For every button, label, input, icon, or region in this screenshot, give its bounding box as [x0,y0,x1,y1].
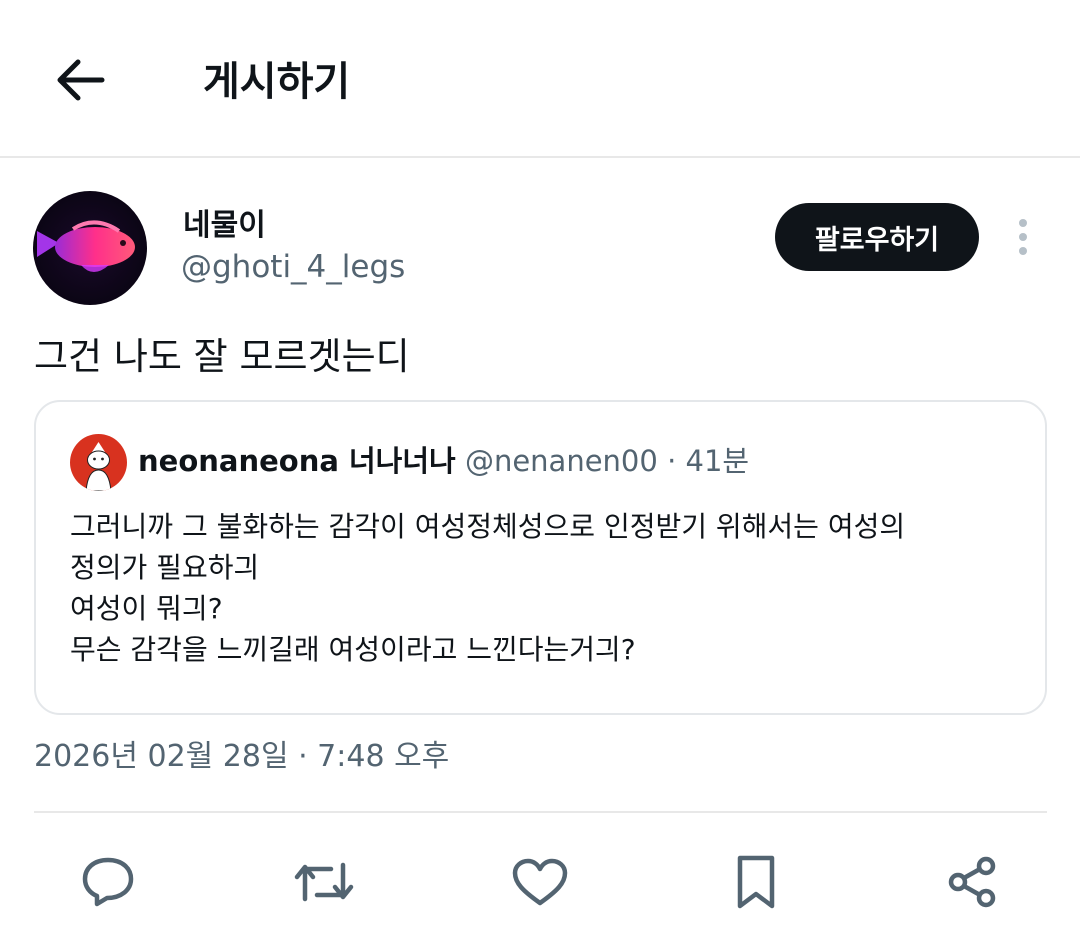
quoted-post-time: 41분 [685,444,750,478]
quoted-text-line: 여성이 뭐긔? [70,592,223,625]
quoted-post-header: neonaneona 너나너나 @nenanen00 · 41분 [138,442,749,480]
share-icon [948,856,996,908]
bookmark-button[interactable] [725,851,787,913]
author-handle[interactable]: @ghoti_4_legs [181,248,405,286]
more-vertical-icon-dot [1019,233,1027,241]
author-avatar[interactable] [33,191,147,305]
quoted-post-card[interactable]: neonaneona 너나너나 @nenanen00 · 41분 그러니까 그 … [34,400,1047,715]
like-button[interactable] [509,851,571,913]
like-icon [512,858,568,906]
top-bar: 게시하기 [0,0,1080,158]
more-options-button[interactable] [1008,214,1038,260]
fish-avatar-image [33,191,147,305]
meta-separator: · [667,444,677,478]
post-timestamp[interactable]: 2026년 02월 28일 · 7:48 오후 [34,737,449,777]
quoted-author-avatar[interactable] [70,434,127,491]
character-avatar-image [70,434,127,491]
more-vertical-icon [1019,219,1027,227]
reply-button[interactable] [77,851,139,913]
repost-icon [294,862,354,902]
header-divider [0,156,1080,158]
quoted-text-line: 무슨 감각을 느끼길래 여성이라고 느낀다는거긔? [70,633,636,666]
quoted-author-name[interactable]: neonaneona 너나너나 [138,444,456,478]
bookmark-icon [737,855,775,909]
share-button[interactable] [941,851,1003,913]
follow-button[interactable]: 팔로우하기 [775,203,979,271]
reply-icon [82,857,134,907]
quoted-text-line: 그러니까 그 불화하는 감각이 여성정체성으로 인정받기 위해서는 여성의 [70,510,906,543]
back-button[interactable] [50,52,110,108]
action-bar-divider [34,811,1047,813]
quoted-author-handle[interactable]: @nenanen00 [465,444,658,478]
page-title: 게시하기 [203,59,351,105]
repost-button[interactable] [293,851,355,913]
more-vertical-icon-dot [1019,247,1027,255]
post-text: 그건 나도 잘 모르겟는디 [34,335,410,378]
author-display-name[interactable]: 네물이 [183,208,266,244]
quoted-text-line: 정의가 필요하긔 [70,551,260,584]
quoted-post-text: 그러니까 그 불화하는 감각이 여성정체성으로 인정받기 위해서는 여성의 정의… [70,506,1020,670]
arrow-left-icon [57,59,105,101]
